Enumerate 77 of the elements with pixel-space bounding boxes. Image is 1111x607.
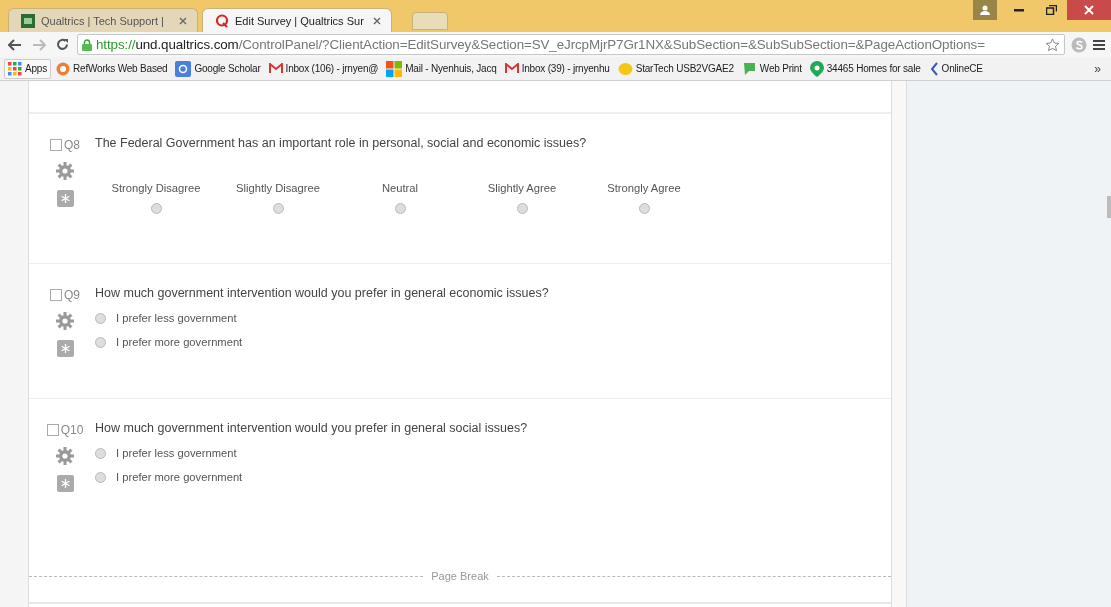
close-tab-icon[interactable] [179,16,187,25]
question-text: How much government intervention would you prefer in general economic issues? [95,286,550,300]
choice-label: I prefer less government [116,447,237,459]
browser-tab[interactable]: Edit Survey | Qualtrics Sur [202,8,392,32]
settings-icon[interactable] [56,162,74,180]
m-logo-icon [268,63,283,74]
scale-label: Slightly Agree [487,182,557,194]
radio-button[interactable] [516,203,528,214]
bookmark-item[interactable]: Mail - Nyenhuis, Jacq [383,58,500,79]
restore-icon [1045,5,1057,15]
radio-button[interactable] [394,203,406,214]
radio-button[interactable] [95,312,106,324]
bookmark-item[interactable]: 34465 Homes for sale [806,58,924,79]
question-number: Q10 [60,423,84,437]
speech-flag-icon [741,61,757,76]
g-logo-icon [175,60,192,77]
more-bookmarks-button[interactable]: » [1088,60,1107,77]
asterisk-icon[interactable] [56,190,74,207]
back-button[interactable] [6,38,24,51]
four-squares-icon [386,60,403,77]
question-number: Q9 [64,288,80,302]
settings-icon[interactable] [56,447,74,465]
scale-label: Neutral [381,182,419,194]
apps-grid-icon [8,61,22,76]
question-text: How much government intervention would you prefer in general social issues? [95,421,529,435]
bookmark-star-icon[interactable] [1045,37,1060,52]
radio-button[interactable] [95,336,106,348]
choice-label: I prefer less government [116,312,237,324]
choice-label: I prefer more government [116,336,243,348]
address-bar[interactable]: https://und.qualtrics.com/ControlPanel/?ClientAction=EditSurvey&Section=SV_eJrcpMjrP7Gr1NX&SubSection=&SubSubSection=&PageActionOptions= [77,34,1065,55]
und-logo-icon [21,13,35,28]
bookmark-item[interactable]: OnlineCE [925,59,986,78]
question-number: Q8 [64,138,80,152]
settings-icon[interactable] [56,312,74,330]
choice-label: I prefer more government [116,471,243,483]
circle-logo-icon [56,61,70,76]
radio-button[interactable] [150,203,162,214]
radio-button[interactable] [272,203,284,214]
chevron-logo-icon [928,61,939,76]
reload-button[interactable] [54,38,71,51]
close-button[interactable] [1067,0,1111,20]
radio-button[interactable] [638,203,650,214]
bookmark-item[interactable]: Google Scholar [172,58,264,79]
scale-label: Strongly Agree [607,182,681,194]
select-checkbox[interactable] [46,424,59,436]
radio-button[interactable] [95,471,106,483]
close-icon [1084,5,1094,15]
bookmark-item[interactable]: Web Print [738,59,805,78]
map-pin-icon [809,60,824,77]
bookmark-item[interactable]: Inbox (39) - jrnyenhu [501,61,613,76]
radio-button[interactable] [95,447,106,459]
question-text: The Federal Government has an important role in personal, social and economic issues? [95,136,588,150]
scroll-thumb[interactable] [1107,196,1111,218]
extension-icon[interactable] [1071,36,1087,53]
page-break-label: Page Break [431,570,489,582]
bookmark-item[interactable]: RefWorks Web Based [53,59,171,78]
forward-button[interactable] [30,38,48,51]
close-tab-icon[interactable] [373,16,381,25]
asterisk-icon[interactable] [56,475,74,492]
m-logo-icon [504,63,519,74]
select-checkbox[interactable] [50,139,62,151]
apps-button[interactable]: Apps [4,58,51,79]
asterisk-icon[interactable] [56,340,74,357]
minimize-icon [1014,8,1024,12]
url-text: https://und.qualtrics.com/ControlPanel/?ClientAction=EditSurvey&Section=SV_eJrcpMjrP7Gr1NX&SubSection=&SubSubSection=&PageActionOptions= [96,37,986,52]
scale-label: Strongly Disagree [111,182,201,194]
disc-icon [617,61,633,76]
user-icon[interactable] [973,0,997,20]
select-checkbox[interactable] [50,289,62,301]
bookmark-item[interactable]: Inbox (106) - jrnyen@ [265,61,382,76]
bookmark-item[interactable]: StarTech USB2VGAE2 [614,59,737,78]
new-tab-button[interactable] [412,12,448,30]
scale-label: Slightly Disagree [236,182,320,194]
q-logo-icon [215,13,229,28]
browser-tab[interactable]: Qualtrics | Tech Support | [8,8,198,32]
lock-icon [82,38,92,51]
menu-icon[interactable] [1093,38,1105,51]
